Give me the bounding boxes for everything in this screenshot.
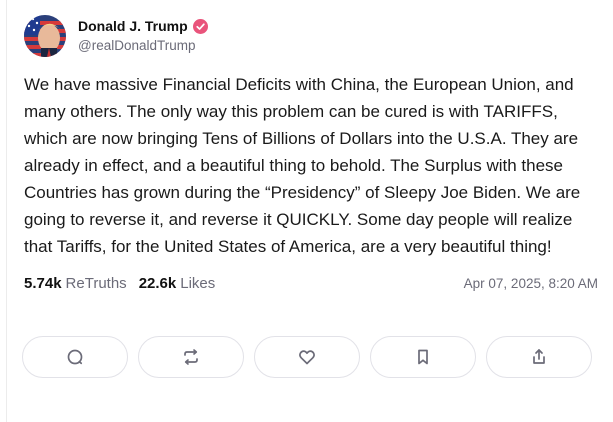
post-header: Donald J. Trump @realDonaldTrump bbox=[24, 14, 602, 58]
display-name-row: Donald J. Trump bbox=[78, 17, 208, 35]
bookmark-icon bbox=[418, 349, 428, 365]
avatar[interactable] bbox=[24, 15, 66, 57]
post-card: Donald J. Trump @realDonaldTrump We have… bbox=[24, 14, 602, 293]
heart-icon bbox=[299, 350, 315, 365]
retruth-icon bbox=[184, 349, 198, 365]
verified-badge-icon bbox=[192, 18, 208, 34]
retruth-button[interactable] bbox=[138, 336, 244, 378]
post-timestamp[interactable]: Apr 07, 2025, 8:20 AM bbox=[464, 276, 598, 291]
share-button[interactable] bbox=[486, 336, 592, 378]
action-bar bbox=[22, 336, 592, 378]
stats-row: 5.74k ReTruths 22.6k Likes Apr 07, 2025,… bbox=[24, 273, 602, 293]
author-names: Donald J. Trump @realDonaldTrump bbox=[78, 17, 208, 55]
comment-icon bbox=[67, 349, 83, 365]
bookmark-button[interactable] bbox=[370, 336, 476, 378]
reply-button[interactable] bbox=[22, 336, 128, 378]
likes-label: Likes bbox=[180, 274, 216, 292]
likes-stat[interactable]: 22.6k Likes bbox=[139, 275, 216, 292]
retruths-stat[interactable]: 5.74k ReTruths bbox=[24, 275, 127, 292]
retruths-count: 5.74k bbox=[24, 274, 62, 292]
left-divider bbox=[6, 0, 7, 422]
retruths-label: ReTruths bbox=[65, 274, 127, 292]
post-text: We have massive Financial Deficits with … bbox=[24, 75, 581, 256]
likes-count: 22.6k bbox=[138, 274, 177, 292]
author-handle[interactable]: @realDonaldTrump bbox=[78, 37, 208, 55]
display-name[interactable]: Donald J. Trump bbox=[78, 17, 188, 35]
like-button[interactable] bbox=[254, 336, 360, 378]
share-icon bbox=[533, 349, 545, 364]
